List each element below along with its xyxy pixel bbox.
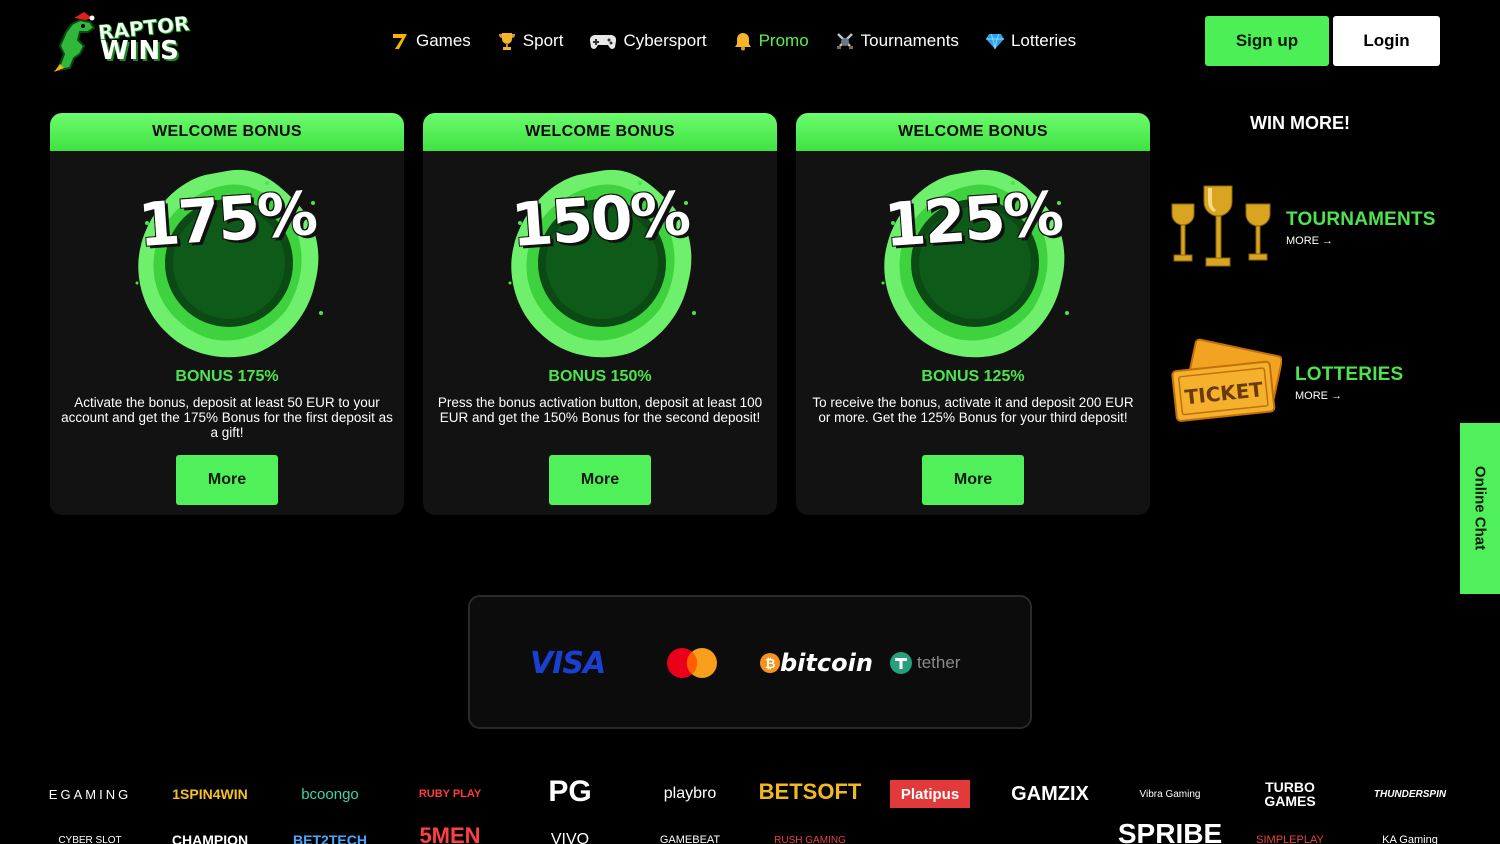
tournaments-label: TOURNAMENTS bbox=[1286, 208, 1436, 230]
nav-sport[interactable]: Sport bbox=[497, 31, 564, 51]
provider-logo[interactable]: GAMZIX bbox=[1010, 780, 1090, 808]
provider-logo[interactable]: CYBER SLOT bbox=[50, 826, 130, 844]
trophy-icon bbox=[498, 33, 515, 50]
bonus-description: Press the bonus activation button, depos… bbox=[437, 395, 763, 425]
bonus-title: BONUS 125% bbox=[921, 368, 1025, 385]
nav-cybersport[interactable]: Cybersport bbox=[589, 31, 707, 51]
provider-logo[interactable]: Vibra Gaming bbox=[1130, 780, 1210, 808]
provider-logo[interactable]: playbro bbox=[650, 780, 730, 808]
nav-tournaments-label: Tournaments bbox=[860, 31, 959, 50]
provider-logo[interactable]: BETSOFT bbox=[759, 778, 862, 806]
online-chat-label: Online Chat bbox=[1471, 465, 1489, 551]
game-providers-strip: EGAMING 1SPIN4WIN bcoongo RUBY PLAY PG p… bbox=[0, 770, 1500, 844]
mastercard-icon bbox=[667, 648, 717, 678]
nav-games-label: Games bbox=[416, 31, 471, 50]
logo[interactable]: RAPTOR WINS bbox=[48, 6, 191, 76]
provider-logo[interactable]: CHAMPION bbox=[170, 826, 250, 844]
lotteries-more-label: MORE bbox=[1295, 390, 1328, 402]
bonus-more-button[interactable]: More bbox=[922, 455, 1024, 505]
lotteries-promo[interactable]: TICKET LOTTERIES MORE → bbox=[1170, 338, 1403, 428]
tournaments-more-link[interactable]: MORE → bbox=[1286, 235, 1436, 247]
bonus-percent: 125% bbox=[882, 178, 1064, 262]
tether-text: tether bbox=[917, 653, 961, 672]
signup-button[interactable]: Sign up bbox=[1205, 16, 1329, 66]
provider-logo[interactable]: RUBY PLAY bbox=[410, 780, 490, 808]
arrow-right-icon: → bbox=[1331, 390, 1342, 402]
provider-logo[interactable]: THUNDERSPIN bbox=[1370, 780, 1450, 808]
lotteries-text: LOTTERIES MORE → bbox=[1295, 364, 1403, 402]
logo-word-wins: WINS bbox=[100, 36, 179, 66]
bitcoin-text: bitcoin bbox=[780, 649, 873, 677]
golden-tickets-icon: TICKET bbox=[1171, 338, 1282, 422]
bitcoin-logo: ₿ bitcoin bbox=[760, 645, 873, 681]
bonus-card-header: WELCOME BONUS bbox=[50, 113, 404, 151]
gamepad-icon bbox=[590, 34, 617, 49]
lotteries-more-link[interactable]: MORE → bbox=[1295, 390, 1403, 402]
nav-cybersport-label: Cybersport bbox=[623, 31, 707, 50]
provider-logo[interactable]: KA Gaming bbox=[1370, 826, 1450, 844]
provider-logo[interactable]: BET2TECH bbox=[290, 826, 370, 844]
nav-sport-label: Sport bbox=[522, 31, 564, 50]
nav-promo[interactable]: Promo bbox=[733, 31, 809, 51]
provider-logo[interactable]: TURBO GAMES bbox=[1250, 778, 1330, 810]
visa-logo: VISA bbox=[530, 645, 606, 681]
provider-logo[interactable]: EGAMING bbox=[49, 780, 130, 808]
crossed-swords-icon bbox=[836, 33, 853, 49]
tournaments-promo[interactable]: TOURNAMENTS MORE → bbox=[1166, 180, 1436, 275]
golden-trophies-icon bbox=[1171, 185, 1271, 267]
tether-logo: tether bbox=[890, 645, 960, 681]
bonus-title: BONUS 175% bbox=[175, 368, 279, 385]
main-nav: Games Sport Cybersport Promo Tournaments… bbox=[390, 28, 1076, 54]
bonus-description: To receive the bonus, activate it and de… bbox=[812, 395, 1134, 425]
win-more-title: WIN MORE! bbox=[1250, 113, 1350, 133]
provider-logo[interactable]: 5MEN bbox=[410, 822, 490, 844]
login-button[interactable]: Login bbox=[1333, 16, 1440, 66]
nav-games[interactable]: Games bbox=[390, 31, 471, 51]
nav-lotteries-label: Lotteries bbox=[1010, 31, 1077, 50]
nav-promo-label: Promo bbox=[758, 31, 809, 50]
bonus-card-1: WELCOME BONUS 175% BONUS 175% Activate t… bbox=[50, 113, 404, 515]
provider-logo[interactable]: Platipus bbox=[890, 780, 970, 808]
arrow-right-icon: → bbox=[1322, 234, 1333, 247]
bonus-card-header: WELCOME BONUS bbox=[423, 113, 777, 151]
header: RAPTOR WINS Games Sport Cybersport Promo bbox=[0, 0, 1500, 82]
nav-tournaments[interactable]: Tournaments bbox=[835, 31, 959, 51]
page: RAPTOR WINS Games Sport Cybersport Promo bbox=[0, 0, 1500, 844]
lotteries-label: LOTTERIES bbox=[1295, 364, 1404, 385]
provider-logo[interactable]: VIVO bbox=[530, 826, 610, 844]
bonus-card-header: WELCOME BONUS bbox=[796, 113, 1150, 151]
provider-logo[interactable]: SPRIBE bbox=[1118, 818, 1222, 844]
bonus-more-button[interactable]: More bbox=[549, 455, 651, 505]
tournaments-more-label: MORE bbox=[1286, 234, 1319, 247]
nav-lotteries[interactable]: Lotteries bbox=[985, 31, 1076, 51]
bitcoin-icon: ₿ bbox=[760, 653, 780, 673]
tournaments-text: TOURNAMENTS MORE → bbox=[1286, 209, 1436, 247]
bonus-more-button[interactable]: More bbox=[176, 455, 278, 505]
bonus-percent: 150% bbox=[509, 178, 691, 262]
bonus-title: BONUS 150% bbox=[548, 368, 652, 385]
bonus-card-2: WELCOME BONUS 150% BONUS 150% Press the … bbox=[423, 113, 777, 515]
diamond-icon bbox=[985, 33, 1004, 50]
payment-methods-panel: VISA ₿ bitcoin tether bbox=[468, 595, 1032, 729]
seven-icon bbox=[393, 34, 407, 49]
online-chat-tab[interactable]: Online Chat bbox=[1460, 423, 1500, 594]
bonus-description: Activate the bonus, deposit at least 50 … bbox=[61, 395, 393, 440]
provider-logo[interactable]: 1SPIN4WIN bbox=[170, 780, 250, 808]
bonus-card-3: WELCOME BONUS 125% BONUS 125% To receive… bbox=[796, 113, 1150, 515]
provider-logo[interactable]: SIMPLEPLAY bbox=[1250, 826, 1330, 844]
provider-logo[interactable]: RUSH GAMING bbox=[770, 826, 850, 844]
provider-logo[interactable]: PG bbox=[530, 774, 610, 810]
provider-logo[interactable]: bcoongo bbox=[290, 780, 370, 808]
raptor-mascot-icon bbox=[54, 12, 96, 72]
svg-text:₿: ₿ bbox=[765, 657, 776, 672]
mastercard-logo bbox=[666, 645, 718, 681]
bonus-percent: 175% bbox=[136, 178, 318, 262]
provider-logo[interactable]: GAMEBEAT bbox=[650, 826, 730, 844]
bell-icon bbox=[734, 33, 751, 51]
tether-icon bbox=[890, 652, 912, 674]
